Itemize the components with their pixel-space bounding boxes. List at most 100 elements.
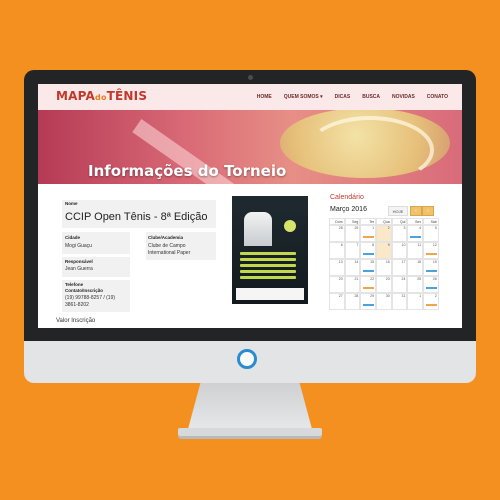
monitor-chin	[24, 341, 476, 383]
monitor-stand-base-edge	[178, 436, 322, 439]
calendar-day[interactable]: 23	[376, 276, 392, 293]
poster-row	[240, 270, 296, 273]
calendar-day[interactable]: 17	[391, 259, 408, 276]
calendar-day[interactable]: 30	[376, 293, 392, 310]
calendar-day[interactable]: 21	[344, 276, 361, 293]
club-label: Clube/Academia	[148, 235, 184, 240]
calendar-day[interactable]: 11	[407, 242, 424, 259]
calendar-week: 20 21 22 23 24 25 26	[329, 276, 439, 293]
calendar-day[interactable]: 2	[376, 225, 392, 242]
calendar-day[interactable]: 29	[360, 293, 377, 310]
tennis-ball-seam	[306, 116, 434, 184]
chevron-left-icon[interactable]: ‹	[410, 206, 422, 216]
calendar-day[interactable]: 1	[360, 225, 377, 242]
calendar-event-bar[interactable]	[426, 286, 438, 289]
club-value-line2: International Paper	[148, 250, 191, 256]
phone-label-line1: Telefone	[65, 282, 84, 287]
today-button[interactable]: HOJE	[388, 206, 408, 216]
calendar-day[interactable]: 25	[407, 276, 424, 293]
weekday-label: Dom	[329, 218, 345, 225]
city-label: Cidade	[65, 235, 81, 240]
fee-label: Valor Inscrição	[56, 318, 96, 324]
calendar-day[interactable]: 16	[376, 259, 392, 276]
hero-title: Informações do Torneio	[88, 162, 287, 180]
nav-links: HOME QUEM SOMOS ▾ DICAS BUSCA NOVIDAS CO…	[257, 94, 448, 100]
weekday-label: Seg	[344, 218, 361, 225]
tournament-name: CCIP Open Tênis - 8ª Edição	[65, 211, 208, 223]
webcam	[248, 75, 253, 80]
weekday-label: Sáb	[423, 218, 439, 225]
calendar-day[interactable]: 28	[329, 225, 345, 242]
calendar-title: Calendário	[330, 194, 364, 201]
calendar-day[interactable]: 3	[391, 225, 408, 242]
nav-dicas[interactable]: DICAS	[335, 94, 351, 100]
calendar-week: 28 29 1 2 3 4 5	[329, 225, 439, 242]
calendar-event-bar[interactable]	[363, 252, 375, 255]
calendar-event-bar[interactable]	[363, 286, 375, 289]
calendar-day[interactable]: 6	[329, 242, 345, 259]
calendar-event-bar[interactable]	[363, 235, 375, 238]
weekday-label: Qua	[376, 218, 392, 225]
poster-badge	[284, 220, 296, 232]
calendar-day[interactable]: 20	[329, 276, 345, 293]
calendar-day[interactable]: 4	[407, 225, 424, 242]
weekday-label: Sex	[407, 218, 424, 225]
club-value-line1: Clube de Campo	[148, 243, 186, 249]
calendar-day[interactable]: 15	[360, 259, 377, 276]
calendar-day[interactable]: 9	[376, 242, 392, 259]
nav-contato[interactable]: CONATO	[427, 94, 448, 100]
phone-value-line2: 3861-8202	[65, 302, 89, 308]
nav-busca[interactable]: BUSCA	[362, 94, 380, 100]
poster-row	[240, 252, 296, 255]
top-navbar: MAPAdoTÊNIS HOME QUEM SOMOS ▾ DICAS BUSC…	[38, 84, 462, 110]
calendar-week: 27 28 29 30 31 1 2	[329, 293, 439, 310]
calendar-day[interactable]: 26	[423, 276, 439, 293]
calendar-day[interactable]: 18	[407, 259, 424, 276]
calendar-day[interactable]: 2	[423, 293, 439, 310]
calendar-event-bar[interactable]	[426, 303, 438, 306]
calendar-day[interactable]: 5	[423, 225, 439, 242]
calendar-day[interactable]: 8	[360, 242, 377, 259]
calendar-day[interactable]: 10	[391, 242, 408, 259]
weekday-label: Qui	[391, 218, 408, 225]
responsible-value: Jean Guerra	[65, 266, 93, 272]
tournament-poster-image[interactable]	[232, 196, 308, 304]
calendar-day[interactable]: 14	[344, 259, 361, 276]
calendar-event-bar[interactable]	[426, 269, 438, 272]
calendar-day[interactable]: 28	[344, 293, 361, 310]
calendar-week: 6 7 8 9 10 11 12	[329, 242, 439, 259]
calendar-month: Março 2016	[330, 206, 367, 213]
poster-sponsors	[236, 288, 304, 300]
calendar-day[interactable]: 12	[423, 242, 439, 259]
calendar-week: 13 14 15 16 17 18 19	[329, 259, 439, 276]
calendar-day[interactable]: 13	[329, 259, 345, 276]
city-value: Mogi Guaçu	[65, 243, 92, 249]
calendar-day[interactable]: 27	[329, 293, 345, 310]
monitor-stand-neck	[188, 383, 312, 429]
poster-row	[240, 276, 296, 279]
calendar-event-bar[interactable]	[426, 252, 438, 255]
player-silhouette	[244, 212, 272, 246]
power-button-icon[interactable]	[237, 349, 257, 369]
poster-row	[240, 258, 296, 261]
calendar-event-bar[interactable]	[410, 235, 422, 238]
calendar-day[interactable]: 29	[344, 225, 361, 242]
phone-label-line2: Contato/Inscrição	[65, 288, 104, 293]
nav-novidades[interactable]: NOVIDAS	[392, 94, 415, 100]
calendar-grid: Dom Seg Ter Qua Qui Sex Sáb 28 29 1 2 3 …	[329, 218, 439, 310]
calendar-day[interactable]: 7	[344, 242, 361, 259]
chevron-right-icon[interactable]: ›	[422, 206, 434, 216]
calendar-day[interactable]: 22	[360, 276, 377, 293]
calendar-day[interactable]: 31	[391, 293, 408, 310]
calendar-day[interactable]: 19	[423, 259, 439, 276]
calendar-day[interactable]: 1	[407, 293, 424, 310]
calendar-event-bar[interactable]	[363, 269, 375, 272]
nav-home[interactable]: HOME	[257, 94, 272, 100]
nav-quem-somos[interactable]: QUEM SOMOS ▾	[284, 94, 323, 100]
weekday-label: Ter	[360, 218, 377, 225]
calendar-event-bar[interactable]	[363, 303, 375, 306]
calendar-weekday-row: Dom Seg Ter Qua Qui Sex Sáb	[329, 218, 439, 225]
site-logo[interactable]: MAPAdoTÊNIS	[56, 89, 147, 103]
poster-row	[240, 264, 296, 267]
calendar-day[interactable]: 24	[391, 276, 408, 293]
